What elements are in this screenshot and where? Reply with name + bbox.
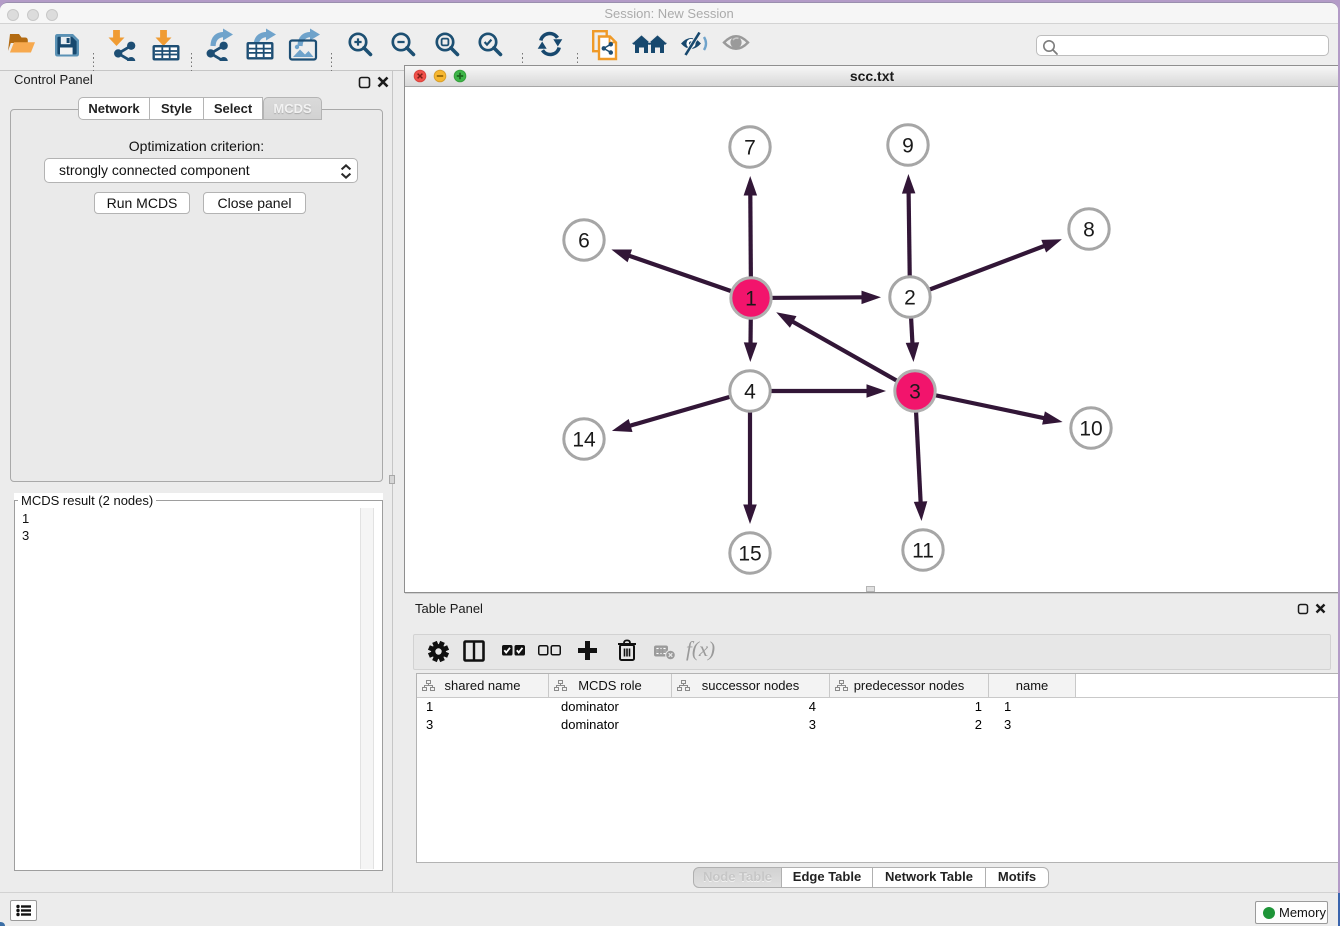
svg-text:14: 14 bbox=[572, 429, 596, 452]
svg-text:9: 9 bbox=[902, 135, 914, 158]
svg-text:11: 11 bbox=[912, 540, 934, 563]
svg-text:3: 3 bbox=[909, 381, 921, 404]
svg-text:1: 1 bbox=[745, 288, 757, 311]
svg-text:8: 8 bbox=[1083, 219, 1095, 242]
svg-text:15: 15 bbox=[738, 543, 761, 566]
svg-text:6: 6 bbox=[578, 230, 590, 253]
svg-text:10: 10 bbox=[1079, 418, 1102, 441]
svg-text:2: 2 bbox=[904, 287, 916, 310]
svg-text:4: 4 bbox=[744, 381, 756, 404]
svg-text:7: 7 bbox=[744, 137, 756, 160]
